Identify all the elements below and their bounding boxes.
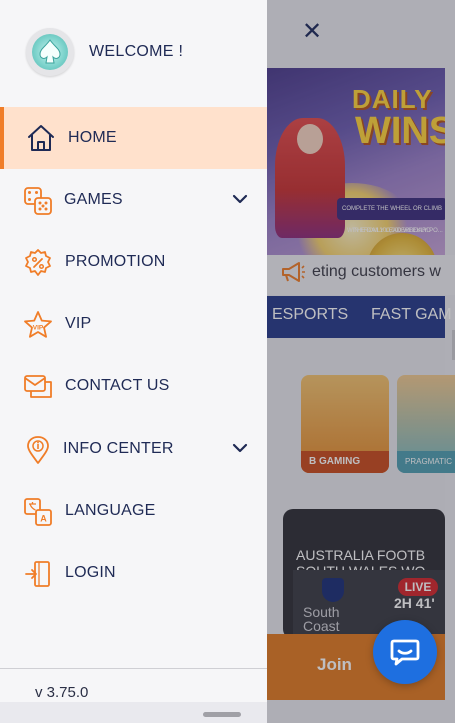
chat-bubble-icon <box>390 639 420 666</box>
svg-text:A: A <box>40 514 47 524</box>
login-door-icon <box>25 561 50 587</box>
info-pin-icon <box>27 436 49 464</box>
chevron-down-icon[interactable] <box>231 441 249 455</box>
dice-icon <box>24 187 52 215</box>
app-version: v 3.75.0 <box>35 684 89 701</box>
sidebar-item-contact-us[interactable]: CONTACT US <box>0 355 267 417</box>
translate-icon: A <box>24 498 52 526</box>
sidebar-item-label: LANGUAGE <box>65 502 156 519</box>
sidebar-item-language[interactable]: A LANGUAGE <box>0 480 267 542</box>
app-screen: ✕ DAILY WINS COMPLETE THE WHEEL OR CLIMB… <box>0 0 455 723</box>
live-chat-button[interactable] <box>373 620 437 684</box>
sidebar-item-label: PROMOTION <box>65 253 166 270</box>
overlay-dim[interactable] <box>267 0 455 723</box>
sidebar-item-label: HOME <box>68 129 117 146</box>
chevron-down-icon[interactable] <box>231 192 249 206</box>
sidebar-item-label: GAMES <box>64 191 123 208</box>
bottom-sheet-handle[interactable] <box>203 712 241 717</box>
sidebar-drawer: WELCOME ! HOME GAMES PROMOTION VIP VIP C… <box>0 0 267 702</box>
percent-badge-icon <box>25 249 51 276</box>
sidebar-item-label: CONTACT US <box>65 377 170 394</box>
active-indicator <box>0 107 4 169</box>
sidebar-item-promotion[interactable]: PROMOTION <box>0 231 267 293</box>
vip-star-icon: VIP <box>24 311 52 338</box>
sidebar-item-label: VIP <box>65 315 92 332</box>
sidebar-item-label: LOGIN <box>65 564 116 581</box>
welcome-text: WELCOME ! <box>89 43 184 60</box>
sidebar-item-vip[interactable]: VIP VIP <box>0 293 267 355</box>
avatar[interactable] <box>26 28 74 76</box>
sidebar-item-info-center[interactable]: INFO CENTER <box>0 418 267 480</box>
svg-text:VIP: VIP <box>33 325 44 332</box>
chat-envelope-icon <box>24 375 52 398</box>
sidebar-item-label: INFO CENTER <box>63 440 174 457</box>
sidebar-item-login[interactable]: LOGIN <box>0 542 267 604</box>
spade-logo-icon <box>39 39 61 64</box>
sidebar-item-home[interactable]: HOME <box>0 107 267 169</box>
sidebar-item-games[interactable]: GAMES <box>0 169 267 231</box>
home-icon <box>28 125 54 151</box>
drawer-divider <box>0 668 267 669</box>
